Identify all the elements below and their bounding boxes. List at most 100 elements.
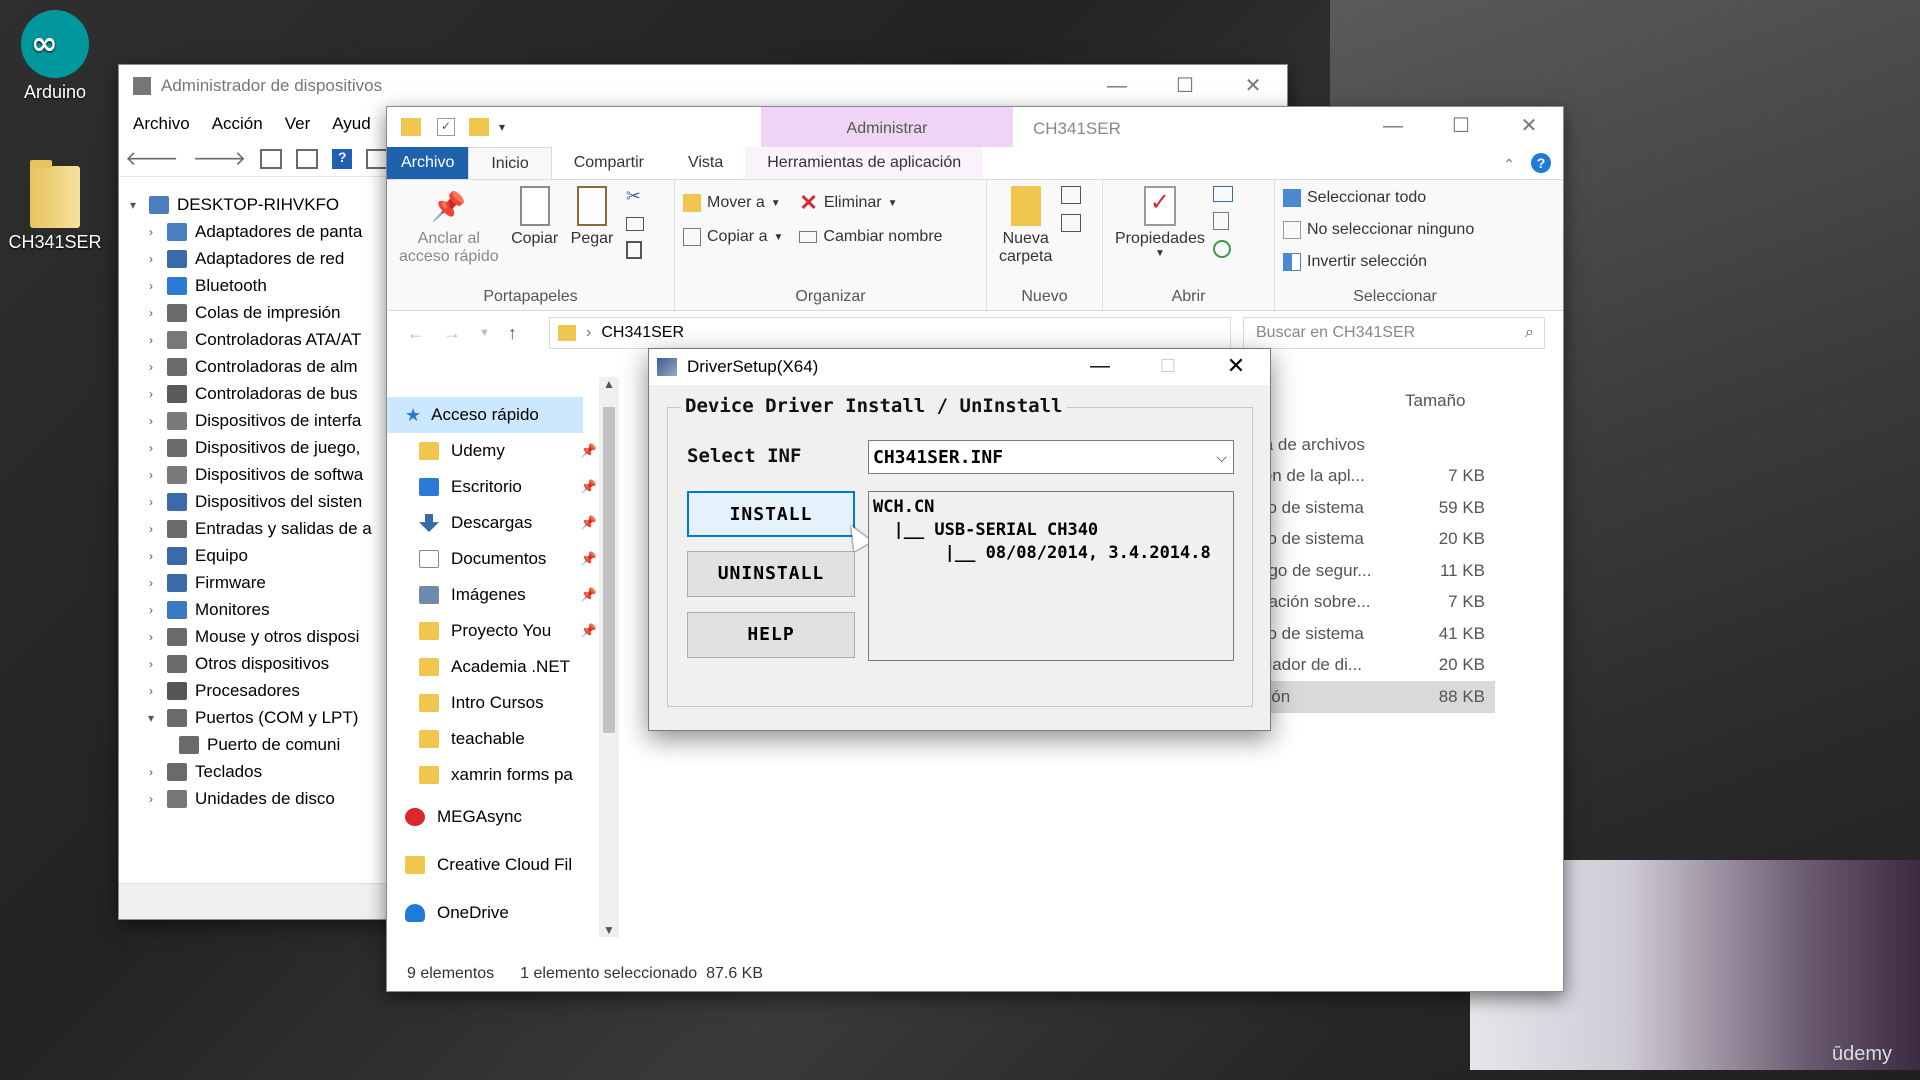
minimize-button[interactable]: — <box>1066 349 1134 383</box>
tree-item[interactable]: › Firmware <box>125 569 395 596</box>
chevron-right-icon[interactable]: › <box>143 576 159 590</box>
nav-scrollbar[interactable]: ▲ ▼ <box>599 377 619 937</box>
invert-selection-button[interactable]: Invertir selección <box>1283 246 1507 278</box>
search-box[interactable]: Buscar en CH341SER ⌕ <box>1243 317 1545 349</box>
chevron-right-icon[interactable]: › <box>143 360 159 374</box>
tree-item[interactable]: › Adaptadores de red <box>125 245 395 272</box>
tree-item[interactable]: › Bluetooth <box>125 272 395 299</box>
tree-item[interactable]: › Monitores <box>125 596 395 623</box>
nav-item[interactable]: Intro Cursos <box>387 685 601 721</box>
pin-icon[interactable]: 📌 <box>581 479 597 495</box>
help-button[interactable]: HELP <box>687 612 855 658</box>
chevron-down-icon[interactable]: ▾ <box>143 711 159 725</box>
nav-root[interactable]: Creative Cloud Fil <box>387 841 601 889</box>
tab-inicio[interactable]: Inicio <box>468 147 552 179</box>
chevron-right-icon[interactable]: › <box>143 225 159 239</box>
tree-item[interactable]: › Controladoras de alm <box>125 353 395 380</box>
collapse-ribbon-icon[interactable]: ⌃ <box>1503 156 1515 173</box>
delete-button[interactable]: ✕ Eliminar ▼ <box>799 186 942 220</box>
chevron-right-icon[interactable]: › <box>143 522 159 536</box>
chevron-right-icon[interactable]: › <box>143 657 159 671</box>
chevron-right-icon[interactable]: › <box>143 684 159 698</box>
paste-button[interactable]: Pegar <box>571 186 613 248</box>
tree-item[interactable]: › Mouse y otros disposi <box>125 623 395 650</box>
move-to-button[interactable]: Mover a ▼ <box>683 186 783 220</box>
chevron-right-icon[interactable]: › <box>143 603 159 617</box>
chevron-right-icon[interactable]: › <box>143 630 159 644</box>
chevron-right-icon[interactable]: › <box>143 306 159 320</box>
address-bar[interactable]: › CH341SER <box>549 317 1231 349</box>
dialog-titlebar[interactable]: DriverSetup(X64) — ☐ ✕ <box>649 349 1270 385</box>
pin-icon[interactable]: 📌 <box>581 623 597 639</box>
nav-item[interactable]: Descargas 📌 <box>387 505 601 541</box>
file-row[interactable]: ego de segur... 11 KB <box>1259 555 1495 587</box>
back-arrow-icon[interactable]: ← <box>407 323 425 344</box>
help-icon[interactable]: ? <box>1531 153 1551 173</box>
nav-quick-access[interactable]: ★ Acceso rápido <box>387 397 583 433</box>
tree-item[interactable]: Puerto de comuni <box>125 731 395 758</box>
pin-icon[interactable]: 📌 <box>581 515 597 531</box>
nav-item[interactable]: Imágenes 📌 <box>387 577 601 613</box>
scroll-down-icon[interactable]: ▼ <box>599 923 619 937</box>
nav-item[interactable]: Escritorio 📌 <box>387 469 601 505</box>
close-button[interactable]: ✕ <box>1495 107 1563 145</box>
nav-root[interactable]: OneDrive <box>387 889 601 937</box>
uninstall-button[interactable]: UNINSTALL <box>687 551 855 597</box>
pin-icon[interactable]: 📌 <box>581 551 597 567</box>
select-all-button[interactable]: Seleccionar todo <box>1283 182 1507 214</box>
tree-item[interactable]: › Dispositivos del sisten <box>125 488 395 515</box>
inf-select[interactable]: CH341SER.INF ⌵ <box>868 440 1234 474</box>
file-row[interactable]: nación sobre... 7 KB <box>1259 587 1495 619</box>
chevron-right-icon[interactable]: › <box>143 765 159 779</box>
customize-quick-access-icon[interactable]: ▾ <box>499 120 505 134</box>
maximize-button[interactable]: ☐ <box>1151 65 1219 107</box>
scroll-thumb[interactable] <box>603 407 615 733</box>
tree-item[interactable]: › Dispositivos de interfa <box>125 407 395 434</box>
column-header-size[interactable]: Tamaño <box>1405 391 1465 411</box>
close-button[interactable]: ✕ <box>1219 65 1287 107</box>
chevron-right-icon[interactable]: › <box>143 333 159 347</box>
nav-root[interactable]: MEGAsync <box>387 793 601 841</box>
pin-icon[interactable]: 📌 <box>581 587 597 603</box>
select-none-button[interactable]: No seleccionar ninguno <box>1283 214 1507 246</box>
tree-item[interactable]: › Procesadores <box>125 677 395 704</box>
tree-item[interactable]: › Entradas y salidas de a <box>125 515 395 542</box>
properties-quick-icon[interactable]: ✓ <box>437 118 455 136</box>
tree-root[interactable]: ▾ DESKTOP-RIHVKFO <box>125 191 395 218</box>
chevron-right-icon[interactable]: › <box>143 387 159 401</box>
tree-item[interactable]: › Dispositivos de juego, <box>125 434 395 461</box>
copy-button[interactable]: Copiar <box>511 186 558 248</box>
tree-item[interactable]: › Controladoras ATA/AT <box>125 326 395 353</box>
tree-item[interactable]: › Teclados <box>125 758 395 785</box>
minimize-button[interactable]: — <box>1359 107 1427 145</box>
tree-item[interactable]: › Colas de impresión <box>125 299 395 326</box>
context-tab-administrar[interactable]: Administrar <box>761 107 1013 147</box>
chevron-right-icon[interactable]: › <box>143 441 159 455</box>
file-row[interactable]: ción 88 KB <box>1259 681 1495 713</box>
desktop-icon-ch341ser[interactable]: CH341SER <box>0 160 110 253</box>
tree-item[interactable]: › Equipo <box>125 542 395 569</box>
back-arrow-icon[interactable]: 🡐 <box>125 146 179 171</box>
minimize-button[interactable]: — <box>1083 65 1151 107</box>
device-manager-titlebar[interactable]: Administrador de dispositivos — ☐ ✕ <box>119 65 1287 107</box>
file-row[interactable]: vo de sistema 59 KB <box>1259 492 1495 524</box>
help-tool-icon[interactable]: ? <box>332 148 353 169</box>
properties-tool-icon[interactable] <box>260 148 283 169</box>
maximize-button[interactable]: ☐ <box>1427 107 1495 145</box>
chevron-right-icon[interactable]: › <box>143 549 159 563</box>
tree-item[interactable]: ▾ Puertos (COM y LPT) <box>125 704 395 731</box>
tree-item[interactable]: › Controladoras de bus <box>125 380 395 407</box>
open-icon[interactable] <box>1213 186 1234 202</box>
file-row[interactable]: vo de sistema 20 KB <box>1259 524 1495 556</box>
up-arrow-icon[interactable]: ↑ <box>508 323 517 344</box>
chevron-down-icon[interactable]: ⌵ <box>1216 449 1227 466</box>
pin-icon[interactable]: 📌 <box>581 443 597 459</box>
new-item-icon[interactable] <box>1060 186 1081 204</box>
edit-icon[interactable] <box>1213 212 1230 230</box>
chevron-right-icon[interactable]: › <box>143 252 159 266</box>
chevron-right-icon[interactable]: › <box>143 279 159 293</box>
copy-to-button[interactable]: Copiar a ▼ <box>683 220 783 254</box>
tree-item[interactable]: › Otros dispositivos <box>125 650 395 677</box>
new-folder-button[interactable]: Nueva carpeta <box>999 186 1052 266</box>
nav-item[interactable]: teachable <box>387 721 601 757</box>
